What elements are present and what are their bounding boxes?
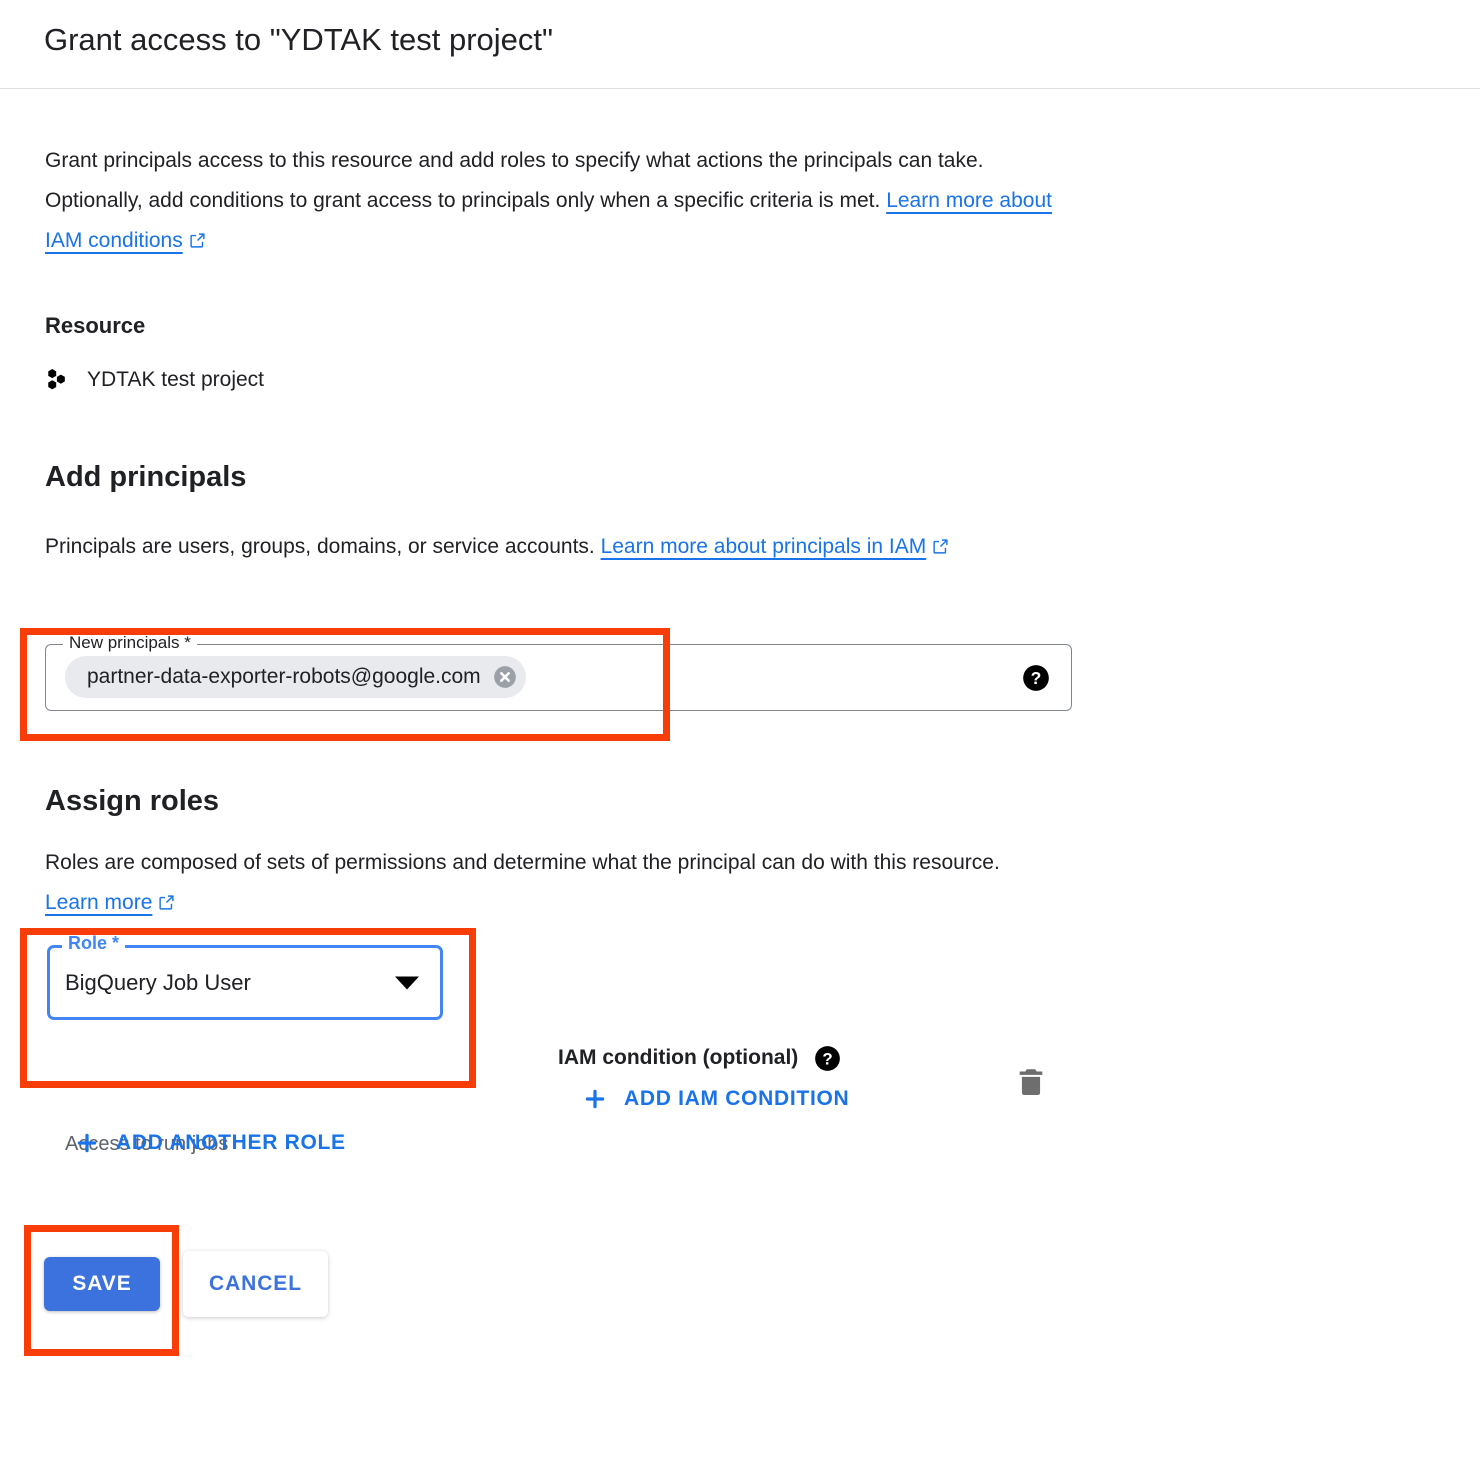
- resource-heading: Resource: [45, 313, 146, 338]
- learn-more-roles-label: Learn more: [45, 891, 153, 914]
- role-select[interactable]: Role * BigQuery Job User: [47, 931, 443, 1020]
- cancel-circle-icon[interactable]: [492, 664, 518, 690]
- add-principals-heading: Add principals: [45, 461, 247, 493]
- iam-condition-label-row: IAM condition (optional) ?: [558, 1044, 841, 1072]
- assign-roles-description-text: Roles are composed of sets of permission…: [45, 851, 1000, 874]
- svg-text:?: ?: [1031, 668, 1042, 688]
- add-principals-description: Principals are users, groups, domains, o…: [45, 527, 1065, 567]
- resource-name: YDTAK test project: [87, 368, 265, 391]
- role-select-label: Role *: [62, 931, 126, 955]
- learn-more-roles-link[interactable]: Learn more: [45, 891, 152, 914]
- add-another-role-button[interactable]: ADD ANOTHER ROLE: [74, 1130, 346, 1156]
- save-button[interactable]: SAVE: [44, 1257, 160, 1311]
- add-iam-condition-button[interactable]: ADD IAM CONDITION: [582, 1086, 849, 1112]
- resource-row: YDTAK test project: [45, 365, 264, 395]
- plus-icon: [582, 1086, 608, 1112]
- role-select-value: BigQuery Job User: [65, 969, 251, 995]
- plus-icon: [74, 1130, 100, 1156]
- open-in-new-icon: [932, 538, 949, 555]
- assign-roles-heading: Assign roles: [45, 785, 220, 817]
- add-iam-condition-label: ADD IAM CONDITION: [624, 1087, 850, 1110]
- cloud-project-icon: [45, 366, 73, 394]
- dialog-header: Grant access to "YDTAK test project": [0, 0, 1480, 89]
- principal-chip[interactable]: partner-data-exporter-robots@google.com: [65, 656, 526, 698]
- page-title: Grant access to "YDTAK test project": [44, 22, 554, 57]
- arrow-drop-down-icon[interactable]: [395, 976, 419, 989]
- principal-chip-label: partner-data-exporter-robots@google.com: [87, 665, 481, 688]
- trash-icon[interactable]: [1014, 1065, 1048, 1099]
- svg-text:?: ?: [823, 1049, 833, 1068]
- add-principals-description-text: Principals are users, groups, domains, o…: [45, 535, 601, 558]
- add-another-role-label: ADD ANOTHER ROLE: [116, 1131, 346, 1154]
- iam-condition-label: IAM condition (optional): [558, 1046, 799, 1069]
- cancel-button[interactable]: CANCEL: [183, 1251, 328, 1317]
- learn-more-principals-link[interactable]: Learn more about principals in IAM: [601, 535, 927, 558]
- new-principals-field[interactable]: New principals * partner-data-exporter-r…: [45, 632, 1072, 711]
- open-in-new-icon: [158, 894, 175, 911]
- iam-condition-block: IAM condition (optional) ? ADD IAM CONDI…: [558, 1044, 849, 1110]
- help-filled-icon[interactable]: ?: [1022, 664, 1050, 692]
- open-in-new-icon: [189, 232, 206, 249]
- intro-text: Grant principals access to this resource…: [45, 149, 984, 212]
- help-filled-icon[interactable]: ?: [814, 1045, 841, 1072]
- new-principals-label: New principals *: [63, 632, 197, 654]
- assign-roles-description: Roles are composed of sets of permission…: [45, 843, 1045, 923]
- intro-paragraph: Grant principals access to this resource…: [45, 141, 1055, 261]
- learn-more-principals-label: Learn more about principals in IAM: [600, 535, 927, 558]
